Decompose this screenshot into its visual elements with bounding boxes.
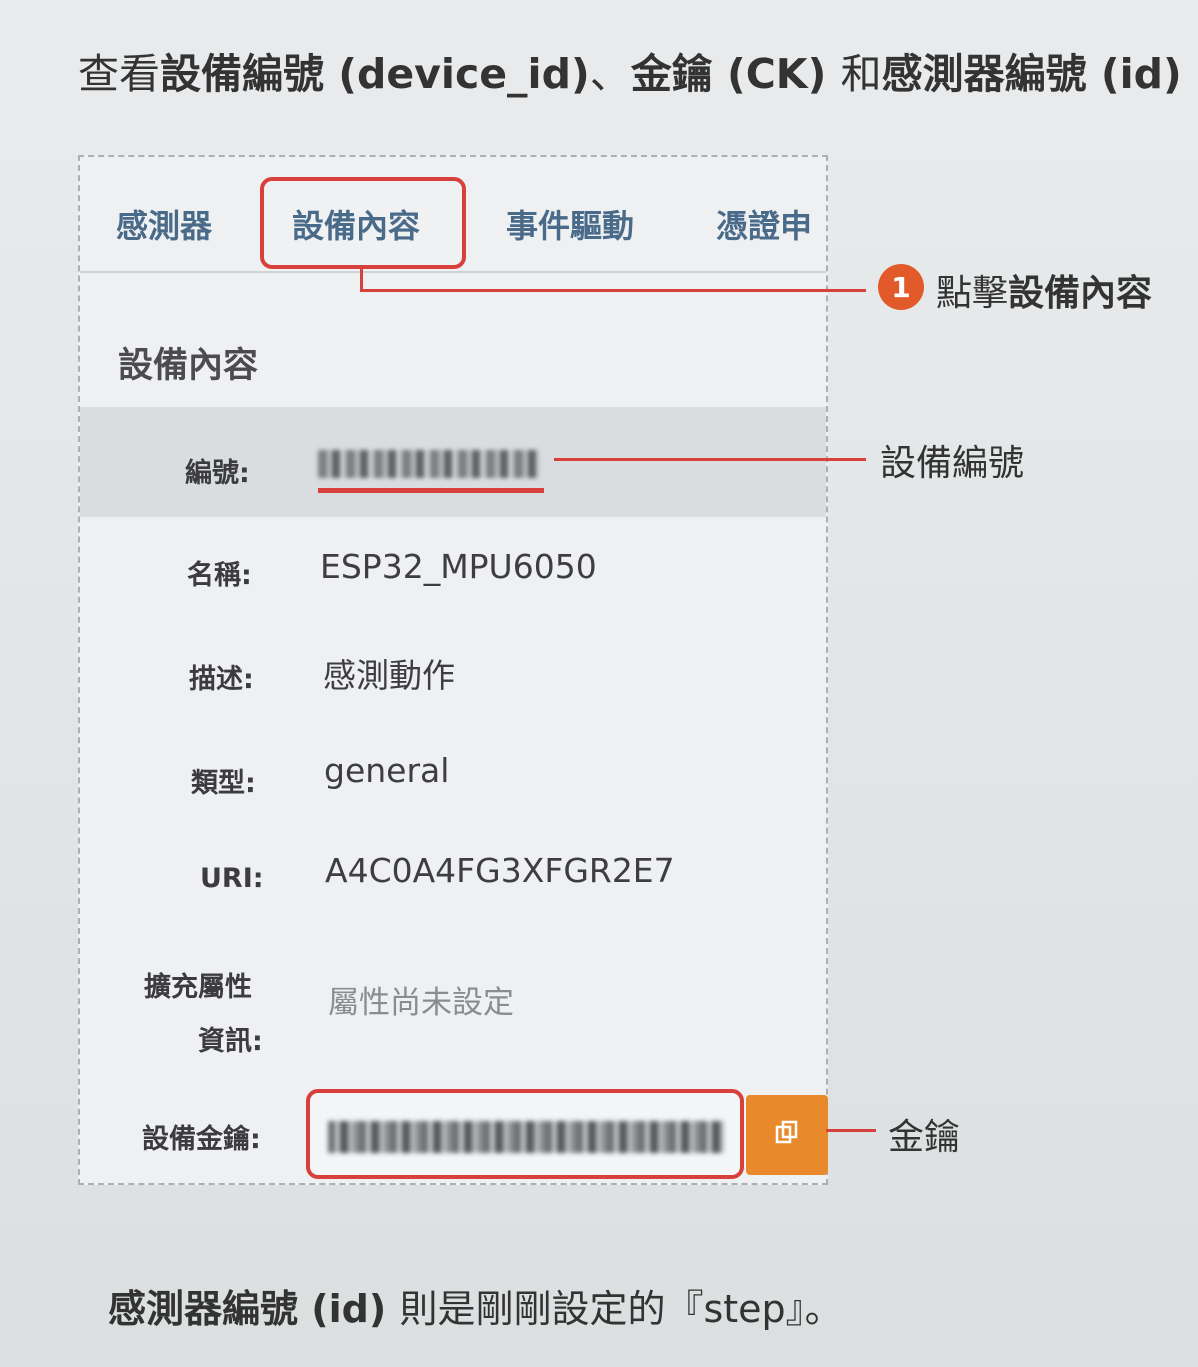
copy-key-button[interactable] [746, 1095, 828, 1175]
description-value: 感測動作 [323, 656, 455, 695]
heading-term-key: 金鑰 [630, 50, 713, 98]
type-label: 類型: [191, 768, 256, 799]
heading-separator: 、 [589, 50, 631, 98]
footer-term-en: (id) [298, 1287, 400, 1331]
device-id-callout-line [554, 458, 866, 461]
device-id-label: 編號: [185, 458, 250, 489]
key-callout-text: 金鑰 [888, 1117, 961, 1158]
section-title: 設備內容 [118, 346, 259, 386]
device-id-callout-text: 設備編號 [880, 443, 1025, 484]
type-value: general [324, 751, 450, 790]
device-id-underline [318, 488, 544, 493]
device-id-value-blurred [318, 450, 540, 478]
heading-term-key-en: (CK) [712, 50, 841, 98]
copy-icon [773, 1119, 801, 1151]
tab-event-triggers[interactable]: 事件驅動 [506, 201, 634, 247]
step-badge: 1 [878, 264, 924, 310]
extended-attributes-label-2: 資訊: [198, 1026, 263, 1057]
page-heading: 查看設備編號 (device_id)、金鑰 (CK) 和感測器編號 (id) [78, 40, 1182, 100]
tab-bar: 感測器 設備內容 事件驅動 憑證申 [80, 157, 826, 273]
footer-note: 感測器編號 (id) 則是剛剛設定的『step』。 [108, 1278, 843, 1333]
key-callout-line [826, 1129, 876, 1132]
uri-label: URI: [200, 863, 264, 894]
heading-term-device-id: 設備編號 [160, 50, 324, 98]
tab-device-content[interactable]: 設備內容 [292, 201, 420, 247]
heading-term-device-id-en: (device_id) [324, 50, 590, 98]
step-callout-prefix: 點擊 [936, 273, 1009, 314]
footer-term: 感測器編號 [108, 1287, 299, 1331]
footer-rest: 則是剛剛設定的『step』。 [399, 1287, 843, 1331]
heading-join: 和 [840, 50, 882, 98]
description-label: 描述: [189, 664, 254, 695]
tab-callout-line-horizontal [360, 289, 866, 292]
heading-term-sensor-id: 感測器編號 [881, 50, 1087, 98]
tab-certificate[interactable]: 憑證申 [716, 201, 812, 247]
heading-term-sensor-id-en: (id) [1086, 50, 1182, 98]
device-key-label: 設備金鑰: [142, 1124, 261, 1155]
step-callout-text: 點擊設備內容 [936, 264, 1152, 316]
extended-attributes-value: 屬性尚未設定 [328, 985, 514, 1021]
name-value: ESP32_MPU6050 [320, 547, 597, 586]
tab-sensors[interactable]: 感測器 [116, 201, 212, 247]
extended-attributes-label: 擴充屬性 [144, 972, 252, 1003]
heading-prefix: 查看 [78, 50, 160, 98]
device-key-value-blurred [328, 1121, 724, 1153]
uri-value: A4C0A4FG3XFGR2E7 [325, 851, 675, 890]
step-callout-target: 設備內容 [1008, 273, 1153, 314]
device-panel: 感測器 設備內容 事件驅動 憑證申 設備內容 編號: 名稱: ESP32_MPU… [78, 155, 828, 1185]
name-label: 名稱: [187, 560, 252, 591]
